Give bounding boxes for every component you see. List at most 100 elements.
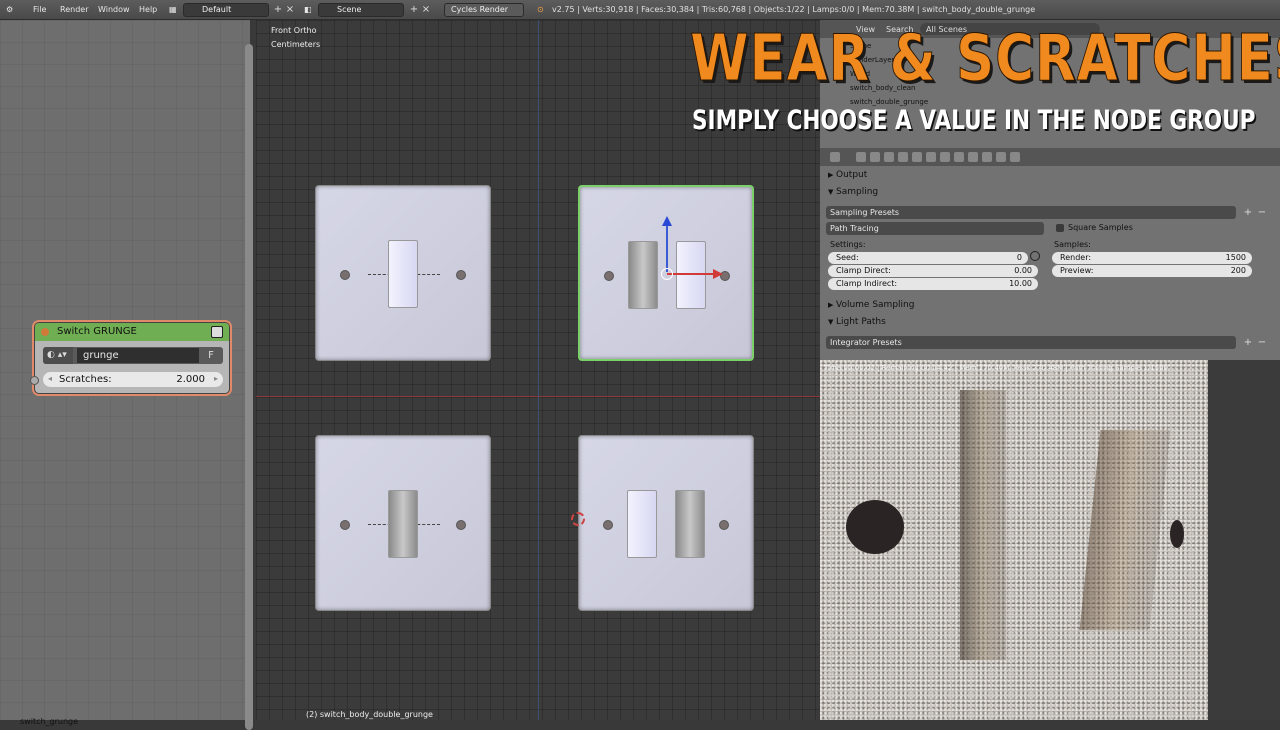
render-tab-icon[interactable] xyxy=(856,152,866,162)
scratches-input[interactable]: ◂ Scratches: 2.000 ▸ xyxy=(43,372,223,387)
clamp-direct-field[interactable]: Clamp Direct: 0.00 xyxy=(828,265,1038,277)
panel-volume-sampling-label: Volume Sampling xyxy=(836,300,915,310)
screw xyxy=(604,271,614,281)
scratches-input-socket[interactable] xyxy=(30,376,39,385)
clamp-indirect-value: 10.00 xyxy=(1009,279,1032,288)
gizmo-x-arrow-icon[interactable] xyxy=(713,269,723,279)
increment-arrow-icon[interactable]: ▸ xyxy=(214,374,218,383)
square-samples-label: Square Samples xyxy=(1068,223,1133,232)
rocker xyxy=(675,490,705,558)
layout-icon[interactable]: ▦ xyxy=(169,5,177,14)
clamp-direct-value: 0.00 xyxy=(1014,266,1032,275)
gizmo-x-axis[interactable] xyxy=(667,273,719,275)
gizmo-center-icon[interactable] xyxy=(661,268,673,280)
menu-render[interactable]: Render xyxy=(60,5,88,14)
node-group-browse-icon[interactable]: ◐ ▴▾ xyxy=(43,347,73,364)
sampling-presets-menu[interactable]: Sampling Presets xyxy=(826,206,1236,219)
render-samples-field[interactable]: Render: 1500 xyxy=(1052,252,1252,264)
overlay-title: WEAR & SCRATCHES xyxy=(690,22,1280,96)
modifiers-tab-icon[interactable] xyxy=(940,152,950,162)
node-editor-scrollbar[interactable] xyxy=(245,44,253,730)
screw xyxy=(340,520,350,530)
particles-tab-icon[interactable] xyxy=(996,152,1006,162)
world-tab-icon[interactable] xyxy=(898,152,908,162)
integrator-select[interactable]: Path Tracing xyxy=(826,222,1044,235)
panel-sampling[interactable]: ▼ Sampling xyxy=(824,185,1270,199)
node-group-name-field[interactable]: grunge xyxy=(77,348,199,363)
add-integrator-preset-icon[interactable]: + xyxy=(1242,336,1254,349)
panel-output[interactable]: ▶ Output xyxy=(824,168,1270,182)
node-group-selector[interactable]: ◐ ▴▾ grunge F xyxy=(43,347,223,364)
render-properties: ▶ Output ▼ Sampling Sampling Presets + − P… xyxy=(820,166,1280,360)
remove-preset-icon[interactable]: − xyxy=(1256,206,1268,219)
menu-help[interactable]: Help xyxy=(139,5,157,14)
add-preset-icon[interactable]: + xyxy=(1242,206,1254,219)
panel-light-paths[interactable]: ▼ Light Paths xyxy=(824,315,1270,329)
scene-tab-icon[interactable] xyxy=(884,152,894,162)
screw xyxy=(719,520,729,530)
screw xyxy=(340,270,350,280)
y-axis-line xyxy=(538,20,539,720)
physics-tab-icon[interactable] xyxy=(1010,152,1020,162)
viewport-side-area xyxy=(1208,360,1280,720)
rocker xyxy=(388,240,418,308)
render-screw-hole xyxy=(1170,520,1184,548)
switch-plate-single-bottom[interactable] xyxy=(315,435,491,611)
node-group-icon[interactable] xyxy=(211,326,223,338)
material-tab-icon[interactable] xyxy=(968,152,978,162)
integrator-presets-menu[interactable]: Integrator Presets xyxy=(826,336,1236,349)
switch-grunge-node[interactable]: Switch GRUNGE ◐ ▴▾ grunge F ◂ Scratches:… xyxy=(30,322,230,394)
remove-layout-icon[interactable]: × xyxy=(284,3,296,17)
add-scene-icon[interactable]: + xyxy=(408,3,420,17)
node-header[interactable]: Switch GRUNGE xyxy=(35,323,229,341)
seed-field[interactable]: Seed: 0 xyxy=(828,252,1028,264)
render-engine-select[interactable]: Cycles Render xyxy=(444,3,524,17)
scene-icon[interactable]: ◧ xyxy=(304,5,312,14)
constraints-tab-icon[interactable] xyxy=(926,152,936,162)
active-object-label: (2) switch_body_double_grunge xyxy=(306,710,433,719)
fake-user-button[interactable]: F xyxy=(203,348,219,363)
properties-tab-bar xyxy=(820,148,1280,166)
data-tab-icon[interactable] xyxy=(954,152,964,162)
rocker xyxy=(388,490,418,558)
clamp-indirect-field[interactable]: Clamp Indirect: 10.00 xyxy=(828,278,1038,290)
render-rocker-shadow xyxy=(960,390,1006,660)
render-screw-hole xyxy=(846,500,904,554)
preview-samples-field[interactable]: Preview: 200 xyxy=(1052,265,1252,277)
layout-field[interactable]: Default xyxy=(183,3,269,17)
3d-cursor-icon[interactable] xyxy=(571,512,585,526)
menu-file[interactable]: File xyxy=(33,5,46,14)
preview-samples-value: 200 xyxy=(1230,266,1246,275)
menu-window[interactable]: Window xyxy=(98,5,130,14)
node-title: Switch GRUNGE xyxy=(57,326,137,337)
switch-plate-double-bottom[interactable] xyxy=(578,435,754,611)
node-editor[interactable]: Switch GRUNGE ◐ ▴▾ grunge F ◂ Scratches:… xyxy=(0,20,253,730)
preview-samples-label: Preview: xyxy=(1060,266,1094,275)
texture-tab-icon[interactable] xyxy=(982,152,992,162)
editor-type-icon[interactable] xyxy=(830,152,840,162)
screw xyxy=(456,270,466,280)
render-layers-tab-icon[interactable] xyxy=(870,152,880,162)
rocker xyxy=(627,490,657,558)
remove-scene-icon[interactable]: × xyxy=(420,3,432,17)
seed-value: 0 xyxy=(1016,253,1022,262)
scene-field[interactable]: Scene xyxy=(318,3,404,17)
overlay-subtitle: SIMPLY CHOOSE A VALUE IN THE NODE GROUP xyxy=(692,105,1256,136)
blender-logo-icon[interactable]: ⚙ xyxy=(6,5,13,14)
gizmo-z-arrow-icon[interactable] xyxy=(662,216,672,226)
node-collapse-icon[interactable] xyxy=(41,328,49,336)
animated-seed-icon[interactable] xyxy=(1030,251,1040,261)
object-tab-icon[interactable] xyxy=(912,152,922,162)
remove-integrator-preset-icon[interactable]: − xyxy=(1256,336,1268,349)
expand-icon: ▶ xyxy=(828,171,834,179)
rendered-preview: Time:00:00.02 | Remaining:00:04.42 | Mem… xyxy=(820,360,1208,720)
collapse-icon: ▼ xyxy=(828,318,834,326)
gizmo-z-axis[interactable] xyxy=(666,220,668,272)
add-layout-icon[interactable]: + xyxy=(272,3,284,17)
switch-plate-single-top[interactable] xyxy=(315,185,491,361)
panel-volume-sampling[interactable]: ▶ Volume Sampling xyxy=(824,298,1270,312)
square-samples-checkbox[interactable] xyxy=(1056,224,1064,232)
scratches-label: Scratches: xyxy=(59,374,112,385)
scratches-value[interactable]: 2.000 xyxy=(176,374,205,385)
decrement-arrow-icon[interactable]: ◂ xyxy=(48,374,52,383)
